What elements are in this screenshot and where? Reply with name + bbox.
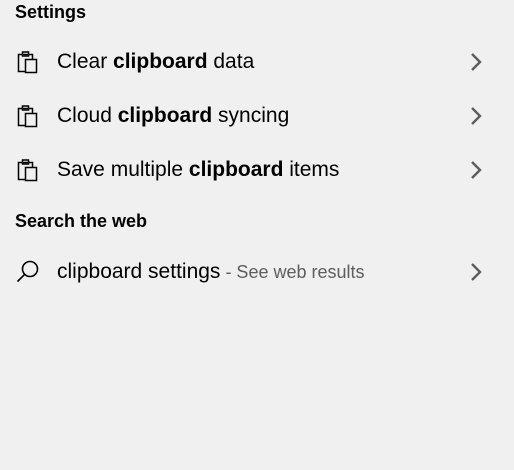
settings-section-header: Settings [15,2,87,22]
web-result-clipboard-settings[interactable]: clipboard settings - See web results [0,245,514,299]
settings-result-cloud-clipboard-syncing[interactable]: Cloud clipboard syncing [0,89,514,143]
chevron-right-icon[interactable] [466,160,486,180]
chevron-right-icon[interactable] [466,262,486,282]
settings-result-save-multiple-clipboard-items[interactable]: Save multiple clipboard items [0,143,514,197]
chevron-right-icon[interactable] [466,106,486,126]
web-section-header: Search the web [15,211,148,231]
clipboard-icon [14,156,42,184]
settings-result-label: Cloud clipboard syncing [57,104,290,127]
web-result-label: clipboard settings - See web results [57,260,365,283]
web-result-hint: - See web results [220,262,365,282]
settings-result-label: Clear clipboard data [57,50,255,73]
settings-result-clear-clipboard-data[interactable]: Clear clipboard data [0,35,514,89]
clipboard-icon [14,48,42,76]
settings-result-label: Save multiple clipboard items [57,158,340,181]
chevron-right-icon[interactable] [466,52,486,72]
search-icon [14,258,42,286]
clipboard-icon [14,102,42,130]
